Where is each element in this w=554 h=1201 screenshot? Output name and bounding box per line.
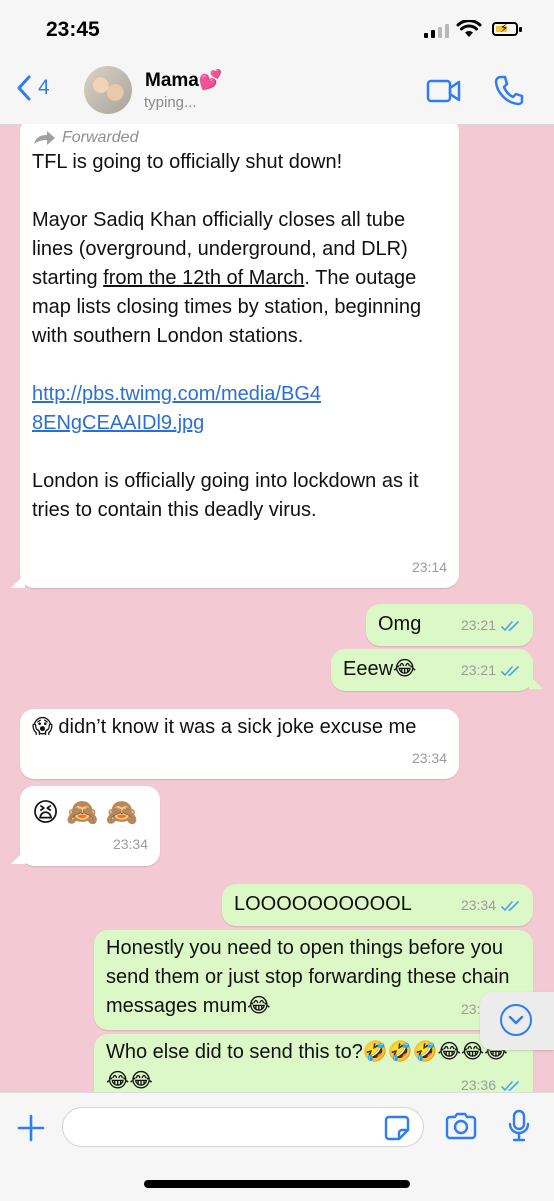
camera-icon[interactable]	[444, 1111, 478, 1141]
message-input[interactable]	[62, 1107, 424, 1147]
contact-name[interactable]: Mama💕	[145, 68, 223, 92]
unread-count: 4	[38, 76, 50, 99]
message-time: 23:36	[461, 1071, 521, 1092]
read-receipt-icon	[501, 900, 519, 911]
message-text: LOOOOOOOOOOL	[234, 893, 412, 915]
message-bubble-incoming[interactable]: 😫 🙈 🙈 23:34	[20, 786, 160, 866]
cellular-signal-icon	[424, 24, 449, 38]
message-time: 23:34	[112, 836, 148, 852]
wifi-icon	[456, 20, 482, 37]
message-text: 😱 didn’t know it was a sick joke excuse …	[32, 716, 417, 738]
scroll-to-bottom-button[interactable]	[480, 992, 554, 1050]
battery-icon: ⚡	[492, 21, 518, 36]
message-text: London is officially going into lockdown…	[32, 470, 419, 521]
message-bubble-incoming[interactable]: 😱 didn’t know it was a sick joke excuse …	[20, 709, 459, 779]
back-button[interactable]: 4	[16, 74, 50, 102]
message-time: 23:21	[461, 656, 521, 685]
message-time: 23:34	[411, 750, 447, 766]
forwarded-arrow-icon	[34, 131, 55, 145]
phone-call-icon[interactable]	[494, 74, 524, 106]
sticker-icon[interactable]	[384, 1115, 410, 1141]
home-indicator	[144, 1180, 410, 1188]
bubble-tail	[529, 675, 543, 689]
read-receipt-icon	[501, 1080, 519, 1091]
contact-status: typing...	[144, 94, 197, 111]
date-link[interactable]: from the 12th of March	[103, 267, 304, 289]
message-bubble-outgoing[interactable]: Who else did to send this to?🤣🤣🤣😂😂😂😂😂 23…	[94, 1034, 533, 1092]
message-bubble-outgoing[interactable]: Omg 23:21	[366, 604, 533, 646]
video-call-icon[interactable]	[426, 78, 462, 104]
microphone-icon[interactable]	[506, 1109, 532, 1143]
message-link[interactable]: http://pbs.twimg.com/media/BG48ENgCEAAID…	[32, 380, 332, 438]
message-text: Honestly you need to open things before …	[106, 937, 510, 1017]
chat-area[interactable]: Forwarded TFL is going to officially shu…	[0, 124, 554, 1092]
message-text: Eeew😂	[343, 658, 417, 680]
read-receipt-icon	[501, 665, 519, 676]
message-text: 😫 🙈 🙈	[32, 797, 139, 827]
forwarded-label: Forwarded	[32, 128, 447, 148]
message-bubble-outgoing[interactable]: Eeew😂 23:21	[331, 649, 533, 691]
message-bubble-incoming[interactable]: Forwarded TFL is going to officially shu…	[20, 124, 459, 588]
chat-header: 4 Mama💕 typing...	[0, 62, 554, 125]
status-time: 23:45	[46, 18, 100, 41]
message-text: TFL is going to officially shut down!	[32, 151, 343, 173]
message-time: 23:21	[461, 611, 521, 640]
back-chevron-icon	[17, 75, 31, 101]
message-text: Mayor Sadiq Khan officially closes all t…	[32, 209, 422, 347]
read-receipt-icon	[501, 620, 519, 631]
message-text: Omg	[378, 613, 422, 635]
status-bar: 23:45 ⚡	[0, 0, 554, 62]
scroll-down-icon	[500, 1004, 532, 1036]
message-bubble-outgoing[interactable]: Honestly you need to open things before …	[94, 930, 533, 1030]
message-time: 23:14	[411, 559, 447, 575]
message-text: Who else did to send this to?🤣🤣🤣😂😂😂😂😂	[106, 1041, 508, 1092]
message-time: 23:34	[461, 891, 521, 920]
avatar[interactable]	[84, 66, 132, 114]
plus-icon[interactable]	[16, 1113, 46, 1143]
message-bubble-outgoing[interactable]: LOOOOOOOOOOL 23:34	[222, 884, 533, 926]
